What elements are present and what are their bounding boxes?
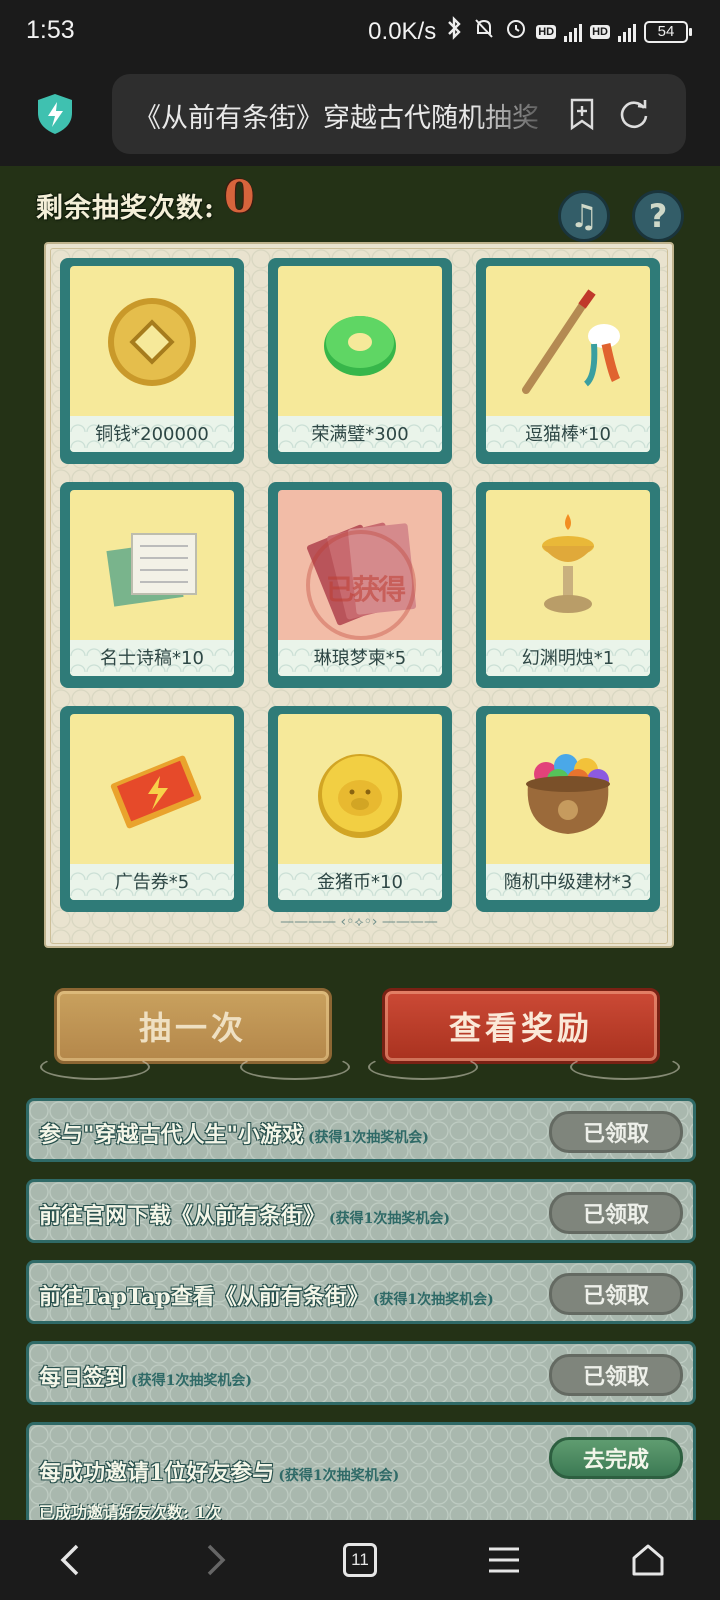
draw-once-button[interactable]: 抽一次 [54,988,332,1064]
copper-coin-icon [108,298,196,386]
help-icon: ? [648,197,668,235]
net-speed: 0.0K/s [368,17,437,45]
task-hint: (获得1次抽奖机会) [307,1130,429,1146]
board-ornament: ———— ‹◦⟡◦› ———— [280,914,438,930]
help-button[interactable]: ? [632,190,684,242]
prize-cell: 已获得 琳琅梦柬*5 [268,482,452,688]
prize-board: 铜钱*200000 荣满璧*300 逗猫棒*10 名士诗稿*10 已获得 琳琅梦… [44,242,674,948]
forward-button[interactable] [196,1540,236,1580]
ad-ticket-icon [110,755,202,829]
refresh-icon[interactable] [616,96,652,132]
alarm-icon [504,16,528,47]
status-icons: 0.0K/s HD HD 54 [368,16,692,47]
task-title: 前往TapTap查看《从前有条街》 [39,1284,369,1310]
task-hint: (获得1次抽奖机会) [372,1292,494,1308]
prize-label: 幻渊明烛*1 [521,648,615,669]
task-title: 前往官网下载《从前有条街》 [39,1203,326,1229]
claimed-stamp: 已获得 [306,530,416,640]
cat-teaser-icon [522,289,621,394]
clock: 1:53 [26,16,75,44]
menu-icon [489,1547,519,1573]
go-complete-button[interactable]: 去完成 [549,1437,683,1479]
address-bar[interactable]: 《从前有条街》穿越古代随机抽奖 [112,74,686,154]
task-hint: (获得1次抽奖机会) [131,1373,253,1389]
task-row: 前往官网下载《从前有条街》 (获得1次抽奖机会) 已领取 [26,1179,696,1243]
jade-disc-icon [324,316,396,376]
cloud-ornament [368,1054,478,1080]
menu-button[interactable] [484,1540,524,1580]
prize-label: 名士诗稿*10 [100,648,204,669]
task-hint: (获得1次抽奖机会) [329,1211,451,1227]
invite-count-text: 已成功邀请好友次数: 1次 [39,1503,222,1520]
lottery-game: 剩余抽奖次数: 0 ♫ ? 铜钱*200000 荣满璧*300 逗猫棒*10 名… [0,166,720,1520]
remaining-draws-value: 0 [224,172,255,223]
cloud-ornament [40,1054,150,1080]
prize-label: 铜钱*200000 [95,424,209,445]
task-row: 参与"穿越古代人生"小游戏 (获得1次抽奖机会) 已领取 [26,1098,696,1162]
task-hint: (获得1次抽奖机会) [278,1468,400,1484]
battery-level: 54 [644,20,688,43]
task-row-invite: 每成功邀请1位好友参与 (获得1次抽奖机会) 去完成 已成功邀请好友次数: 1次 [26,1422,696,1520]
battery-icon: 54 [644,20,692,43]
bluetooth-icon [444,16,464,47]
remaining-draws-label: 剩余抽奖次数: [36,193,215,224]
claimed-button[interactable]: 已领取 [549,1111,683,1153]
task-row: 每日签到 (获得1次抽奖机会) 已领取 [26,1341,696,1405]
task-title: 每日签到 [39,1365,128,1391]
prize-label: 随机中级建材*3 [503,872,633,893]
bookmark-add-icon[interactable] [564,96,600,132]
hd-badge-2: HD [590,24,610,39]
prize-label: 广告券*5 [114,872,190,893]
status-bar: 1:53 0.0K/s HD HD 54 [0,0,720,66]
cloud-ornament [570,1054,680,1080]
view-rewards-button[interactable]: 查看奖励 [382,988,660,1064]
signal-icon [564,22,583,42]
cloud-ornament [240,1054,350,1080]
prize-cell: 随机中级建材*3 [476,706,660,912]
tabs-icon: 11 [343,1543,377,1577]
home-icon [632,1544,664,1576]
hd-badge: HD [536,24,557,39]
prize-cell: 幻渊明烛*1 [476,482,660,688]
home-button[interactable] [628,1540,668,1580]
prize-label: 逗猫棒*10 [525,424,611,445]
back-icon [60,1544,79,1576]
prize-cell: 名士诗稿*10 [60,482,244,688]
claimed-button[interactable]: 已领取 [549,1192,683,1234]
prize-cell: 铜钱*200000 [60,258,244,464]
task-title: 参与"穿越古代人生"小游戏 [39,1122,304,1148]
gold-pig-coin-icon [318,754,402,838]
claimed-button[interactable]: 已领取 [549,1273,683,1315]
candle-icon [542,514,594,613]
shield-icon[interactable] [36,93,74,135]
music-button[interactable]: ♫ [558,190,610,242]
prize-cell: 广告券*5 [60,706,244,912]
prize-label: 金猪币*10 [317,872,403,893]
task-title: 每成功邀请1位好友参与 [39,1460,275,1486]
mute-bell-icon [472,16,496,47]
scroll-icon [106,533,197,607]
prize-cell: 荣满璧*300 [268,258,452,464]
signal-icon-2 [618,22,636,42]
treasure-pot-icon [526,754,610,834]
claimed-stamp-text: 已获得 [325,573,406,606]
browser-nav-bar: 11 [0,1520,720,1600]
claimed-button[interactable]: 已领取 [549,1354,683,1396]
music-note-icon: ♫ [569,197,599,235]
prize-label: 荣满璧*300 [311,424,409,445]
prize-cell: 逗猫棒*10 [476,258,660,464]
browser-toolbar: 《从前有条街》穿越古代随机抽奖 [0,66,720,166]
forward-icon [207,1544,226,1576]
task-row: 前往TapTap查看《从前有条街》 (获得1次抽奖机会) 已领取 [26,1260,696,1324]
prize-cell: 金猪币*10 [268,706,452,912]
prize-label: 琳琅梦柬*5 [313,648,407,669]
tabs-button[interactable]: 11 [340,1540,380,1580]
tab-count: 11 [351,1550,369,1569]
back-button[interactable] [50,1540,90,1580]
